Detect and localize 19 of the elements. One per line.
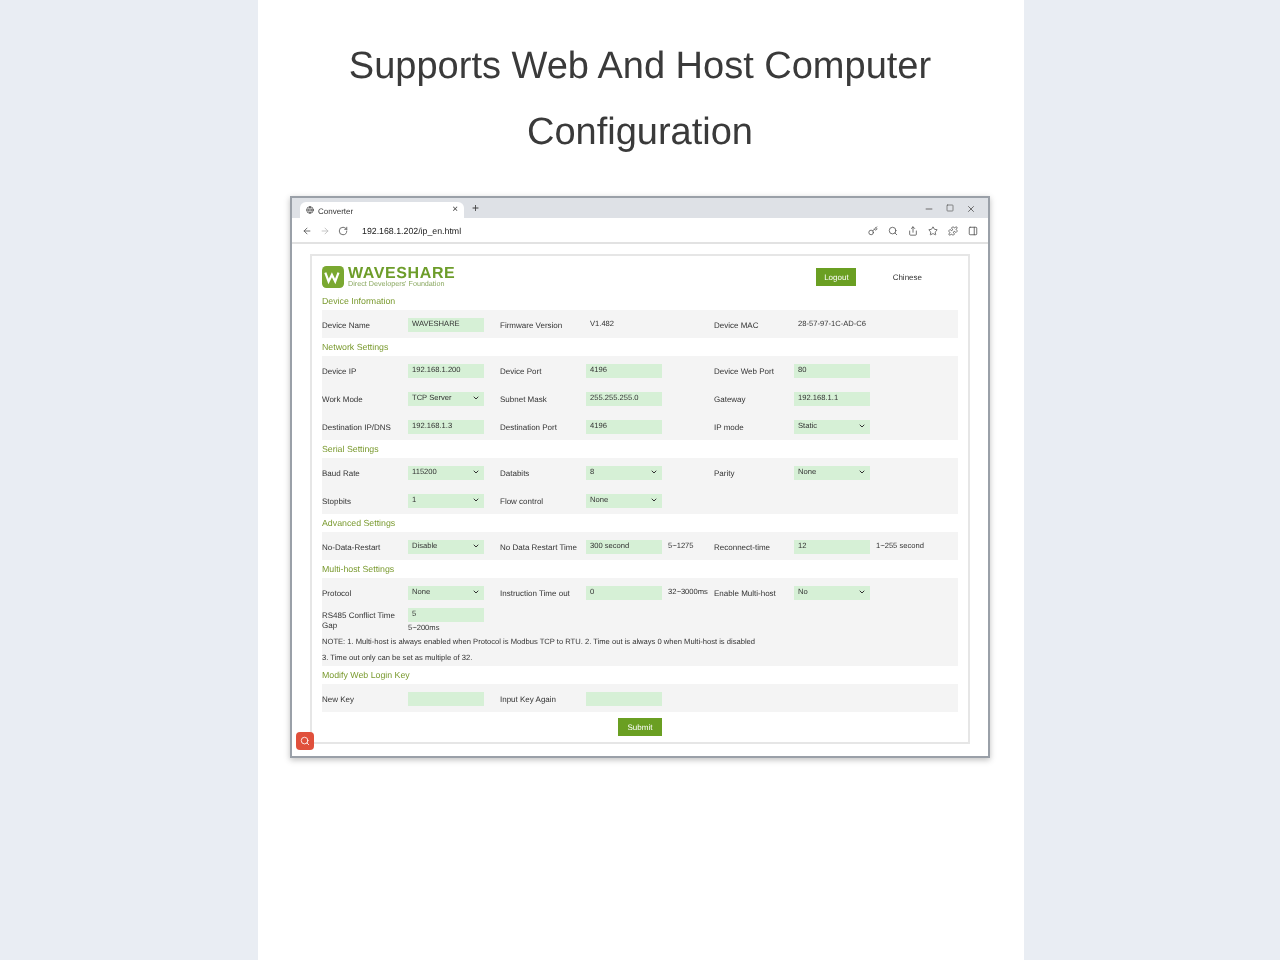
input-field[interactable]: [408, 691, 484, 705]
key-icon[interactable]: [868, 225, 878, 235]
extensions-icon[interactable]: [948, 225, 958, 235]
sidebar-icon[interactable]: [968, 225, 978, 235]
globe-icon: [306, 206, 314, 214]
search-icon[interactable]: [888, 225, 898, 235]
input-field[interactable]: [586, 691, 662, 705]
headline: Configuration: [526, 110, 753, 158]
brand-name: WAVESHARE: [348, 265, 456, 282]
search-icon: [300, 736, 310, 746]
star-icon[interactable]: [928, 225, 938, 235]
minimize-icon[interactable]: [924, 203, 934, 213]
maximize-icon[interactable]: [946, 203, 954, 211]
logo-icon: [322, 266, 344, 288]
share-icon[interactable]: [908, 225, 918, 235]
back-icon[interactable]: [302, 225, 312, 235]
reload-icon[interactable]: [338, 225, 348, 235]
headline: Supports Web And Host Computer: [348, 44, 932, 92]
search-button[interactable]: [296, 732, 314, 750]
